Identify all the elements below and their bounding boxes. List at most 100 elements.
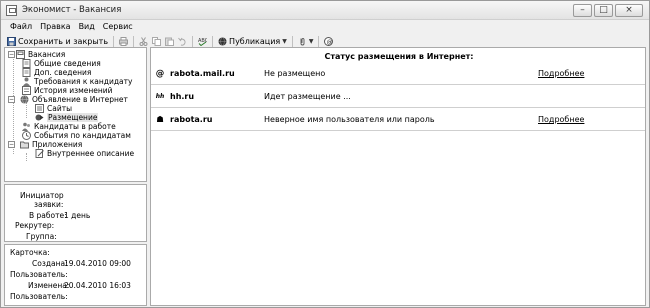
cut-icon	[139, 36, 148, 46]
maximize-icon: □	[599, 5, 608, 15]
collapse-icon[interactable]: −	[8, 96, 15, 103]
app-window: Экономист - Вакансия – □ × Файл Правка В…	[0, 0, 650, 308]
save-close-label: Сохранить и закрыть	[18, 36, 109, 46]
tree-item-label: Внутреннее описание	[47, 149, 135, 158]
toolbar: Сохранить и закрыть ABC Публикация ▼ ▼ @	[3, 34, 649, 48]
toolbar-separator	[113, 35, 115, 47]
undo-button[interactable]	[176, 35, 189, 48]
app-icon	[6, 5, 17, 16]
hh-logo-icon: hh	[155, 93, 165, 100]
chevron-down-icon: ▼	[282, 37, 287, 45]
menu-bar: Файл Правка Вид Сервис	[1, 20, 649, 33]
card-title: Карточка:	[10, 248, 50, 257]
tree-item-label: Размещение	[47, 113, 99, 122]
copy-button[interactable]	[150, 35, 163, 48]
sites-icon	[35, 104, 44, 113]
tree-item-label: Общие сведения	[34, 59, 101, 68]
site-row-mail: @ rabota.mail.ru Не размещено Подробнее	[151, 63, 645, 85]
tree-item-sites[interactable]: Сайты	[35, 104, 72, 113]
toolbar-separator	[291, 35, 293, 47]
tree-item-label: Объявление в Интернет	[32, 95, 128, 104]
site-status: Идет размещение ...	[264, 92, 351, 101]
save-close-button[interactable]: Сохранить и закрыть	[5, 35, 110, 48]
attach-button[interactable]: ▼	[296, 35, 316, 48]
tree-item-vacancy[interactable]: − Вакансия	[8, 50, 65, 59]
tree-item-label: История изменений	[34, 86, 113, 95]
tree-item-events[interactable]: События по кандидатам	[22, 131, 131, 140]
title-bar[interactable]: Экономист - Вакансия – □ ×	[1, 1, 649, 20]
menu-file[interactable]: Файл	[6, 20, 36, 33]
spellcheck-button[interactable]: ABC	[196, 35, 209, 48]
print-button[interactable]	[117, 35, 130, 48]
person-icon	[22, 77, 31, 86]
tree-item-placement[interactable]: Размещение	[35, 113, 99, 122]
modified-value: 20.04.2010 16:03	[64, 281, 131, 290]
details-link[interactable]: Подробнее	[538, 115, 584, 124]
tree-line	[26, 153, 27, 161]
paste-button[interactable]	[163, 35, 176, 48]
tree-item-requirements[interactable]: Требования к кандидату	[22, 77, 132, 86]
close-button[interactable]: ×	[615, 4, 643, 17]
tree-item-general[interactable]: Общие сведения	[22, 59, 101, 68]
user-label: Пользователь:	[10, 270, 68, 279]
toolbar-separator	[318, 35, 320, 47]
initiator-label: Инициатор	[20, 191, 64, 200]
collapse-icon[interactable]: −	[8, 141, 15, 148]
publish-button[interactable]: Публикация ▼	[216, 35, 289, 48]
user2-label: Пользователь:	[10, 292, 68, 301]
tree-item-history[interactable]: История изменений	[22, 86, 113, 95]
tree-item-internal-desc[interactable]: Внутреннее описание	[35, 149, 134, 158]
collapse-icon[interactable]: −	[8, 51, 15, 58]
svg-text:@: @	[327, 39, 333, 46]
minimize-icon: –	[580, 5, 585, 15]
tree-item-label: Требования к кандидату	[34, 77, 133, 86]
menu-view[interactable]: Вид	[75, 20, 99, 33]
menu-edit[interactable]: Правка	[36, 20, 74, 33]
paste-icon	[165, 37, 175, 46]
info-panel: Инициатор заявки: В работе: 1 день Рекру…	[4, 184, 147, 242]
toolbar-separator	[192, 35, 194, 47]
chevron-down-icon: ▼	[308, 37, 314, 45]
placement-icon	[35, 113, 44, 122]
history-icon	[22, 86, 31, 95]
site-status: Не размещено	[264, 69, 326, 78]
paperclip-icon	[298, 37, 307, 46]
toolbar-separator	[212, 35, 214, 47]
cut-button[interactable]	[137, 35, 150, 48]
toolbar-separator	[133, 35, 135, 47]
tree-item-extra[interactable]: Доп. сведения	[22, 68, 91, 77]
globe-icon	[20, 95, 29, 104]
tree-item-label: Вакансия	[28, 50, 66, 59]
edit-document-icon	[35, 149, 44, 158]
tree-item-candidates[interactable]: Кандидаты в работе	[22, 122, 116, 131]
window-controls: – □ ×	[573, 4, 643, 17]
maximize-button[interactable]: □	[594, 4, 613, 17]
clock-icon	[22, 131, 31, 140]
tree-item-attachments[interactable]: − Приложения	[8, 140, 82, 149]
created-label: Создана:	[32, 259, 68, 268]
site-row-rabota: ☗ rabota.ru Неверное имя пользователя ил…	[151, 109, 645, 131]
tree-item-label: События по кандидатам	[34, 131, 131, 140]
tree-item-label: Сайты	[47, 104, 72, 113]
tree-item-label: Кандидаты в работе	[34, 122, 116, 131]
site-name: hh.ru	[170, 92, 195, 101]
site-status: Неверное имя пользователя или пароль	[264, 115, 435, 124]
document-icon	[22, 59, 31, 68]
minimize-button[interactable]: –	[573, 4, 592, 17]
help-button[interactable]: @	[322, 35, 335, 48]
menu-service[interactable]: Сервис	[99, 20, 137, 33]
tree-item-internet-ad[interactable]: − Объявление в Интернет	[8, 95, 128, 104]
save-icon	[7, 36, 16, 46]
card-panel: Карточка: Создана: 19.04.2010 09:00 Поль…	[4, 244, 147, 306]
document-icon	[22, 68, 31, 77]
in-work-label: В работе:	[29, 211, 67, 220]
globe-icon	[218, 36, 227, 46]
placement-status-panel: Статус размещения в Интернет: @ rabota.m…	[150, 47, 646, 306]
details-link[interactable]: Подробнее	[538, 69, 584, 78]
folder-icon	[20, 140, 29, 149]
undo-icon	[178, 37, 187, 46]
in-work-value: 1 день	[64, 211, 91, 220]
created-value: 19.04.2010 09:00	[64, 259, 131, 268]
window-title: Экономист - Вакансия	[22, 5, 122, 15]
navigation-tree: − Вакансия Общие сведения Доп. сведения …	[4, 47, 147, 182]
